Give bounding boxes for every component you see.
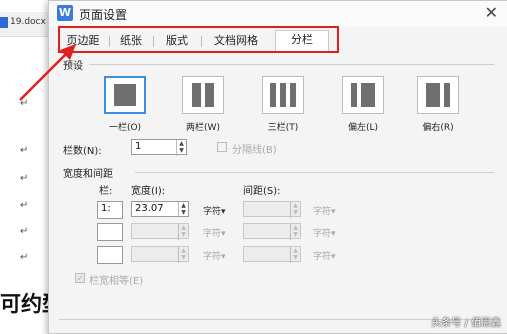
equal-width-label: 栏宽相等(E)	[89, 276, 144, 287]
column-index-cell	[97, 246, 123, 264]
column-width-input[interactable]: 23.07 ▲ ▼	[131, 201, 189, 218]
preset-label: 一栏(O)	[108, 123, 142, 133]
column-width-value: 23.07	[135, 203, 164, 214]
preset-three-columns[interactable]: 三栏(T)	[259, 76, 307, 133]
column-count-stepper[interactable]: ▲ ▼	[176, 140, 186, 156]
divider	[89, 64, 494, 65]
preset-one-column[interactable]: 一栏(O)	[101, 76, 149, 133]
paragraph-mark: ↵	[20, 200, 29, 211]
spacing-unit-dropdown[interactable]: 字符▾	[313, 249, 336, 262]
equal-width-checkbox[interactable]: ✓	[75, 273, 85, 283]
column-spacing-input[interactable]: ▲ ▼	[243, 246, 301, 263]
divider-line-label: 分隔线(B)	[232, 145, 277, 156]
paragraph-mark: ↵	[20, 226, 29, 237]
column-count-label: 栏数(N):	[63, 146, 102, 157]
close-icon[interactable]: ✕	[485, 3, 498, 22]
preset-label: 偏左(L)	[347, 123, 379, 133]
width-header: 宽度(I):	[131, 186, 166, 197]
divider-line-checkbox[interactable]	[217, 142, 227, 152]
spacing-header: 间距(S):	[243, 186, 281, 197]
column-width-stepper[interactable]: ▲ ▼	[178, 202, 188, 218]
preset-right[interactable]: 偏右(R)	[414, 76, 462, 133]
presets-section-label: 预设	[63, 61, 83, 72]
paragraph-mark: ↵	[20, 252, 29, 263]
spacing-unit-dropdown[interactable]: 字符▾	[313, 226, 336, 239]
divider	[135, 172, 494, 173]
dialog-title: 页面设置	[79, 8, 128, 22]
column-count-value: 1	[135, 141, 142, 152]
wps-writer-icon: W	[57, 5, 73, 21]
width-unit-dropdown[interactable]: 字符▾	[203, 204, 226, 217]
document-icon	[0, 17, 8, 28]
spacing-unit-dropdown[interactable]: 字符▾	[313, 204, 336, 217]
column-spacing-input[interactable]: ▲ ▼	[243, 223, 301, 240]
column-index-header: 栏:	[99, 186, 113, 197]
document-tab-label: 19.docx	[10, 17, 46, 27]
column-count-input[interactable]: 1 ▲ ▼	[131, 139, 187, 156]
preset-left[interactable]: 偏左(L)	[339, 76, 387, 133]
width-spacing-section-label: 宽度和间距	[63, 169, 113, 180]
column-spacing-stepper[interactable]: ▲ ▼	[290, 224, 300, 240]
preset-label: 偏右(R)	[422, 123, 454, 133]
preset-two-columns[interactable]: 两栏(W)	[179, 76, 227, 133]
column-spacing-stepper[interactable]: ▲ ▼	[290, 247, 300, 263]
column-width-input[interactable]: ▲ ▼	[131, 246, 189, 263]
column-spacing-stepper[interactable]: ▲ ▼	[290, 202, 300, 218]
paragraph-mark: ↵	[20, 173, 29, 184]
column-width-input[interactable]: ▲ ▼	[131, 223, 189, 240]
paragraph-mark: ↵	[20, 145, 29, 156]
dialog-titlebar[interactable]: W 页面设置 ✕	[49, 1, 507, 27]
column-index-cell	[97, 223, 123, 241]
watermark: 头条号 / 佰思鑫	[431, 318, 501, 329]
divider	[59, 319, 494, 320]
preset-label: 三栏(T)	[267, 123, 299, 133]
column-width-stepper[interactable]: ▲ ▼	[178, 247, 188, 263]
column-spacing-input[interactable]: ▲ ▼	[243, 201, 301, 218]
column-width-stepper[interactable]: ▲ ▼	[178, 224, 188, 240]
width-unit-dropdown[interactable]: 字符▾	[203, 226, 226, 239]
preset-label: 两栏(W)	[186, 123, 220, 133]
column-index-cell: 1:	[97, 201, 123, 219]
tab-highlight-box	[58, 26, 339, 53]
width-unit-dropdown[interactable]: 字符▾	[203, 249, 226, 262]
paragraph-mark: ↵	[20, 98, 29, 109]
